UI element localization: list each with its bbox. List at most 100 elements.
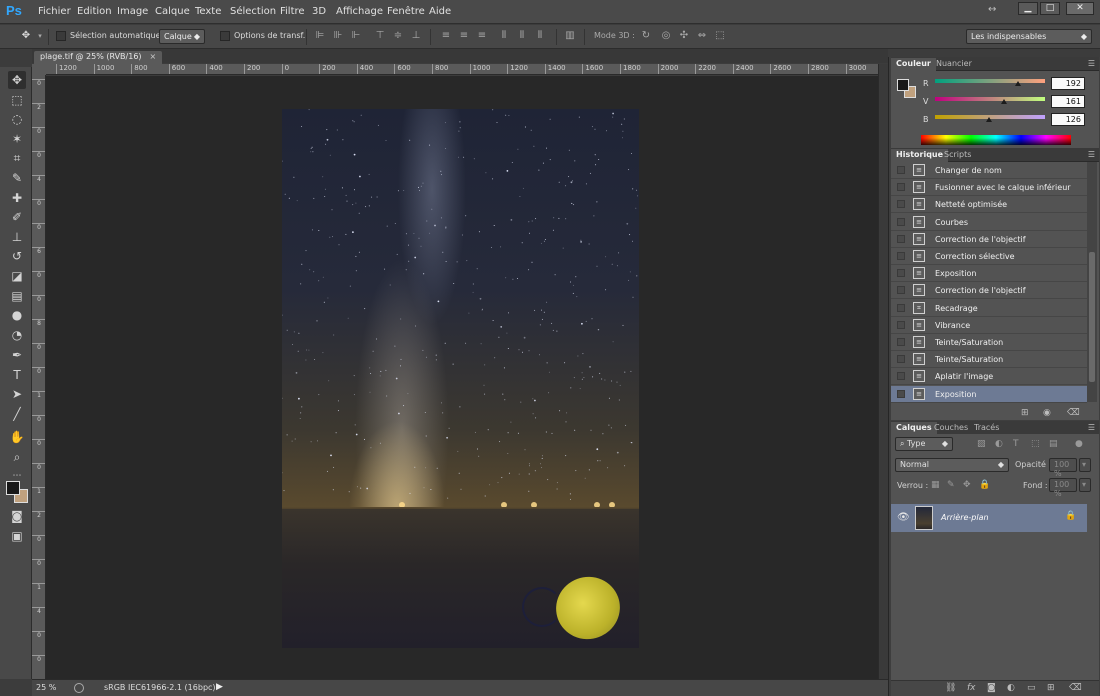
history-item[interactable]: ⌗ Recadrage [891, 300, 1087, 317]
healing-brush-tool-icon[interactable]: ✚ [8, 189, 26, 207]
document-tab[interactable]: plage.tif @ 25% (RVB/16) × [34, 51, 163, 64]
tab-couleur[interactable]: Couleur [891, 58, 936, 71]
align-left-icon[interactable]: ⊫ [314, 30, 326, 42]
blend-mode-dropdown[interactable]: Normal ◆ [895, 458, 1009, 472]
distribute-top-icon[interactable]: ≡ [440, 30, 452, 42]
hand-tool-icon[interactable]: ✋ [8, 428, 26, 446]
chevron-down-icon[interactable]: ▾ [34, 30, 46, 42]
align-top-icon[interactable]: ⊤ [374, 30, 386, 42]
align-bottom-icon[interactable]: ⊥ [410, 30, 422, 42]
foreground-color-swatch[interactable] [6, 481, 20, 495]
info-icon[interactable] [74, 683, 84, 693]
add-mask-icon[interactable]: ◙ [987, 683, 996, 693]
adjustment-layer-icon[interactable]: ◐ [1007, 683, 1015, 693]
rotate-3d-icon[interactable]: ↻ [640, 30, 652, 42]
history-item[interactable]: ≡ Exposition [891, 265, 1087, 283]
history-source-checkbox[interactable] [897, 320, 905, 329]
slide-3d-icon[interactable]: ⇔ [696, 30, 708, 42]
drag-3d-icon[interactable]: ✣ [678, 30, 690, 42]
history-source-checkbox[interactable] [897, 234, 905, 243]
menu-aide[interactable]: Aide [429, 6, 451, 17]
ruler-vertical[interactable]: 0 2 0 0 4 0 0 6 0 0 8 0 0 1 0 0 0 1 2 0 0 1 4 0 0 [32, 75, 46, 679]
new-layer-icon[interactable]: ⊞ [1047, 683, 1055, 693]
filter-type-icon[interactable]: T [1013, 439, 1019, 449]
layer-thumbnail[interactable] [915, 506, 933, 530]
channel-b-slider[interactable] [935, 115, 1045, 122]
channel-r-value[interactable]: 192 [1051, 77, 1085, 90]
history-source-checkbox[interactable] [897, 286, 905, 295]
history-source-checkbox[interactable] [897, 252, 905, 260]
fill-dropdown-arrow[interactable]: ▾ [1079, 478, 1091, 492]
ruler-horizontal[interactable]: 1200 1000 800 600 400 200 0 200 400 600 800 1000 120… [46, 64, 878, 75]
layer-row[interactable]: 👁 Arrière-plan 🔒 [891, 504, 1087, 532]
channel-b-value[interactable]: 126 [1051, 113, 1085, 126]
link-layers-icon[interactable]: ⛓ [945, 683, 956, 693]
crop-tool-icon[interactable]: ⌗ [8, 149, 26, 167]
lock-transparency-icon[interactable]: ▦ [931, 480, 940, 490]
history-source-checkbox[interactable] [897, 355, 905, 364]
filter-smart-object-icon[interactable]: ▤ [1049, 439, 1058, 449]
menu-calque[interactable]: Calque [155, 6, 190, 17]
tab-scripts[interactable]: Scripts [939, 149, 976, 162]
workspace-dropdown[interactable]: Les indispensables ◆ [966, 29, 1092, 44]
history-item[interactable]: ≡ Correction de l'objectif [891, 282, 1087, 300]
panel-foreground-swatch[interactable] [897, 79, 909, 91]
history-item[interactable]: ≡ Aplatir l'image [891, 368, 1087, 386]
new-document-from-state-icon[interactable]: ⊞ [1021, 408, 1029, 418]
lock-pixels-icon[interactable]: ✎ [947, 480, 955, 490]
history-item[interactable]: ≡ Correction de l'objectif [891, 231, 1087, 248]
history-item[interactable]: ≡ Exposition [891, 385, 1087, 403]
marquee-tool-icon[interactable]: ⬚ [8, 91, 26, 109]
arrange-icon[interactable]: ↔ [988, 4, 996, 15]
lasso-tool-icon[interactable]: ◌ [8, 110, 26, 128]
menu-edition[interactable]: Edition [77, 6, 112, 17]
magic-wand-tool-icon[interactable]: ✶ [8, 130, 26, 148]
menu-texte[interactable]: Texte [195, 6, 221, 17]
history-brush-tool-icon[interactable]: ↺ [8, 247, 26, 265]
menu-filtre[interactable]: Filtre [280, 6, 305, 17]
auto-align-icon[interactable]: ▥ [564, 30, 576, 42]
channel-v-value[interactable]: 161 [1051, 95, 1085, 108]
scale-3d-icon[interactable]: ⬚ [714, 30, 726, 42]
history-source-checkbox[interactable] [897, 217, 905, 226]
layer-name[interactable]: Arrière-plan [941, 513, 989, 522]
type-tool-icon[interactable]: T [8, 366, 26, 384]
roll-3d-icon[interactable]: ◎ [660, 30, 672, 42]
history-source-checkbox[interactable] [897, 338, 905, 346]
distribute-right-icon[interactable]: ⫴ [534, 30, 546, 42]
align-center-icon[interactable]: ⊪ [332, 30, 344, 42]
color-spectrum[interactable] [921, 135, 1071, 145]
history-item[interactable]: ≡ Changer de nom [891, 162, 1087, 179]
eye-icon[interactable]: 👁 [897, 512, 910, 523]
lock-icon[interactable]: 🔒 [1065, 511, 1076, 521]
channel-r-knob[interactable] [1014, 81, 1021, 86]
history-source-checkbox[interactable] [897, 303, 905, 312]
filter-adjustment-icon[interactable]: ◐ [995, 439, 1003, 449]
align-right-icon[interactable]: ⊩ [350, 30, 362, 42]
layer-filter-dropdown[interactable]: ⌕ Type ◆ [895, 437, 953, 451]
history-item[interactable]: ≡ Netteté optimisée [891, 196, 1087, 214]
trash-icon[interactable]: ⌫ [1067, 408, 1080, 418]
history-item[interactable]: ≡ Courbes [891, 214, 1087, 231]
panel-menu-icon[interactable]: ☰ [1088, 59, 1095, 68]
status-menu-arrow[interactable]: ▶ [216, 682, 223, 692]
brush-tool-icon[interactable]: ✐ [8, 208, 26, 226]
distribute-bottom-icon[interactable]: ≡ [476, 30, 488, 42]
dodge-tool-icon[interactable]: ◔ [8, 326, 26, 344]
eraser-tool-icon[interactable]: ◪ [8, 267, 26, 285]
screen-mode-icon[interactable]: ▣ [8, 527, 26, 545]
history-item[interactable]: ≡ Vibrance [891, 317, 1087, 334]
auto-select-checkbox[interactable] [56, 31, 66, 41]
opacity-value[interactable]: 100 % [1049, 458, 1077, 478]
lock-position-icon[interactable]: ✥ [963, 480, 971, 490]
fill-value[interactable]: 100 % [1049, 478, 1077, 498]
history-item[interactable]: ≡ Fusionner avec le calque inférieur [891, 179, 1087, 197]
auto-select-dropdown[interactable]: Calque ◆ [159, 29, 205, 44]
new-group-icon[interactable]: ▭ [1027, 683, 1036, 693]
distribute-center-icon[interactable]: ⫴ [516, 30, 528, 42]
ruler-corner[interactable] [32, 64, 46, 75]
history-item[interactable]: ≡ Teinte/Saturation [891, 334, 1087, 351]
history-source-checkbox[interactable] [897, 372, 905, 381]
snapshot-icon[interactable]: ◉ [1043, 408, 1051, 418]
panel-menu-icon[interactable]: ☰ [1088, 150, 1095, 159]
